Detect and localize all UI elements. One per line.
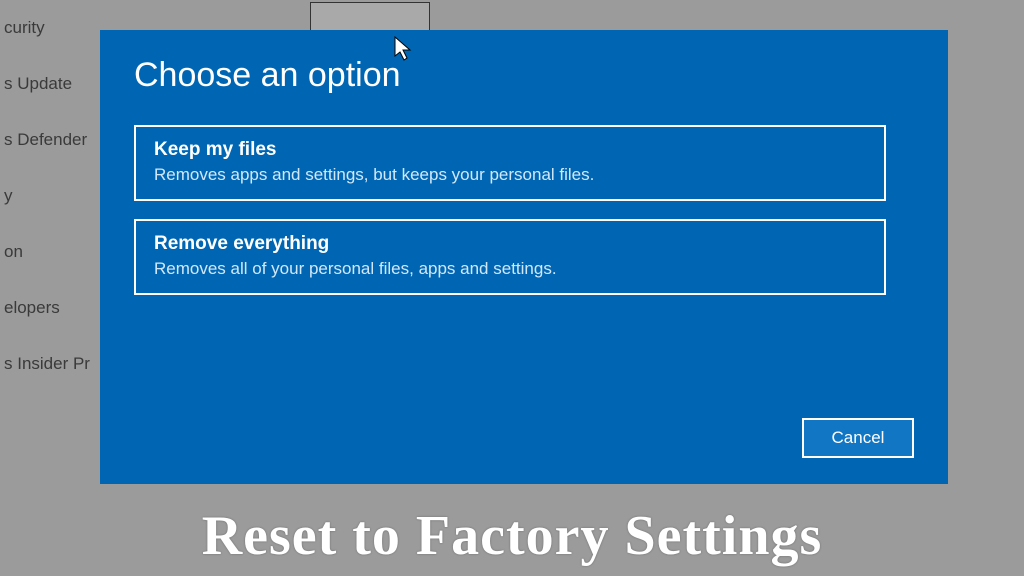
sidebar-item-insider[interactable]: s Insider Pr xyxy=(0,336,100,392)
option-remove-everything-title: Remove everything xyxy=(154,233,866,255)
sidebar-item-developers[interactable]: elopers xyxy=(0,280,100,336)
option-remove-everything[interactable]: Remove everything Removes all of your pe… xyxy=(134,219,886,295)
option-keep-files[interactable]: Keep my files Removes apps and settings,… xyxy=(134,125,886,201)
caption-text: Reset to Factory Settings xyxy=(0,504,1024,568)
cancel-button[interactable]: Cancel xyxy=(802,418,914,458)
option-keep-files-title: Keep my files xyxy=(154,139,866,161)
sidebar-item-update[interactable]: s Update xyxy=(0,56,100,112)
sidebar-item-activation[interactable]: on xyxy=(0,224,100,280)
option-keep-files-desc: Removes apps and settings, but keeps you… xyxy=(154,165,866,185)
bg-dropdown xyxy=(310,2,430,32)
sidebar-item-defender[interactable]: s Defender xyxy=(0,112,100,168)
sidebar-item-security[interactable]: curity xyxy=(0,0,100,56)
option-remove-everything-desc: Removes all of your personal files, apps… xyxy=(154,259,866,279)
sidebar-item-recovery[interactable]: y xyxy=(0,168,100,224)
reset-dialog: Choose an option Keep my files Removes a… xyxy=(100,30,948,484)
dialog-title: Choose an option xyxy=(134,56,914,95)
settings-sidebar: curity s Update s Defender y on elopers … xyxy=(0,0,100,392)
